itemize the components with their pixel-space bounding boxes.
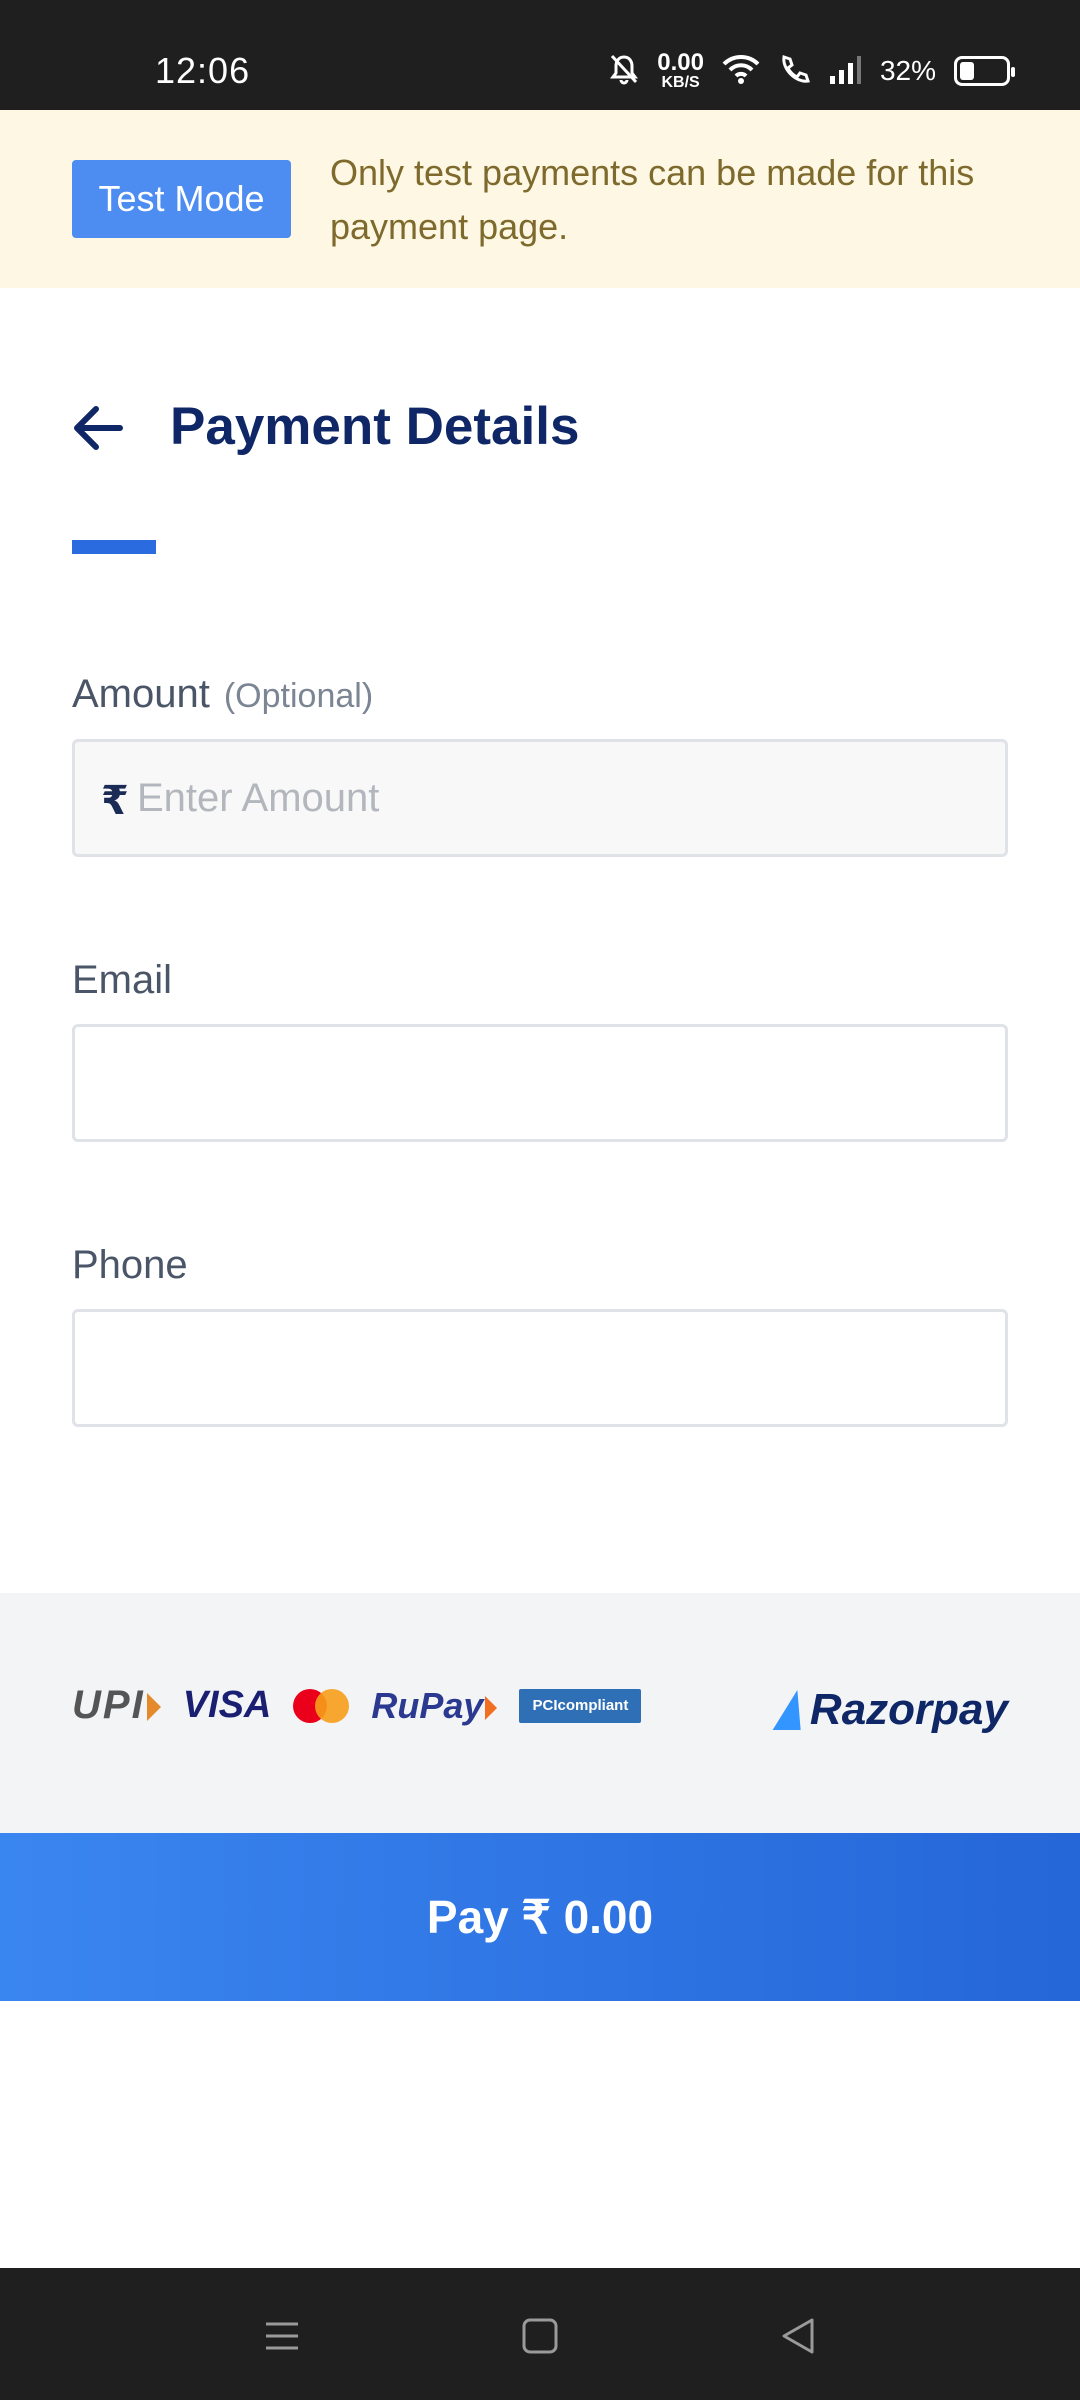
phone-label: Phone — [72, 1243, 188, 1287]
wifi-icon — [722, 54, 760, 89]
pay-button[interactable]: Pay ₹ 0.00 — [0, 1833, 1080, 2001]
status-time: 12:06 — [155, 50, 251, 91]
mastercard-logo — [293, 1688, 350, 1723]
back-nav-icon[interactable] — [774, 2312, 822, 2360]
rupay-logo: RuPay — [371, 1685, 498, 1727]
battery-icon — [954, 56, 1015, 86]
optional-tag: (Optional) — [223, 677, 374, 715]
payment-logos-section: UPI VISA RuPay PCIcompliant Razorpay — [0, 1593, 1080, 1833]
navigation-bar — [0, 2268, 1080, 2400]
status-icons: 0.00 KB/S 32% — [609, 46, 1015, 96]
payment-methods-row: UPI VISA RuPay PCIcompliant — [72, 1683, 642, 1728]
title-underline — [72, 540, 156, 554]
phone-input[interactable] — [75, 1312, 1005, 1424]
arrow-left-icon — [70, 403, 126, 458]
menu-icon[interactable] — [258, 2312, 306, 2360]
back-button[interactable] — [68, 400, 128, 460]
upi-logo: UPI — [72, 1683, 161, 1728]
amount-input[interactable] — [75, 742, 1005, 854]
wifi-call-icon — [778, 53, 810, 90]
razorpay-logo: Razorpay — [772, 1685, 1008, 1735]
visa-logo: VISA — [182, 1684, 272, 1726]
test-mode-banner: Test Mode Only test payments can be made… — [0, 110, 1080, 288]
phone-field-container — [72, 1309, 1008, 1427]
pci-compliant-logo: PCIcompliant — [519, 1688, 642, 1723]
network-speed: 0.00 KB/S — [657, 49, 704, 91]
mute-bell-icon — [609, 53, 639, 90]
page-title: Payment Details — [170, 397, 580, 456]
amount-label: Amount (Optional) — [72, 672, 374, 716]
test-mode-badge: Test Mode — [72, 160, 291, 238]
home-icon[interactable] — [516, 2312, 564, 2360]
email-field-container — [72, 1024, 1008, 1142]
status-bar: 12:06 0.00 KB/S 32% — [0, 0, 1080, 110]
amount-field-container: ₹ — [72, 739, 1008, 857]
email-label: Email — [72, 958, 173, 1002]
email-input[interactable] — [75, 1027, 1005, 1139]
battery-percent: 32% — [879, 55, 936, 86]
test-mode-message: Only test payments can be made for this … — [330, 152, 975, 247]
razorpay-mark-icon — [772, 1690, 812, 1730]
signal-icon — [828, 54, 862, 89]
